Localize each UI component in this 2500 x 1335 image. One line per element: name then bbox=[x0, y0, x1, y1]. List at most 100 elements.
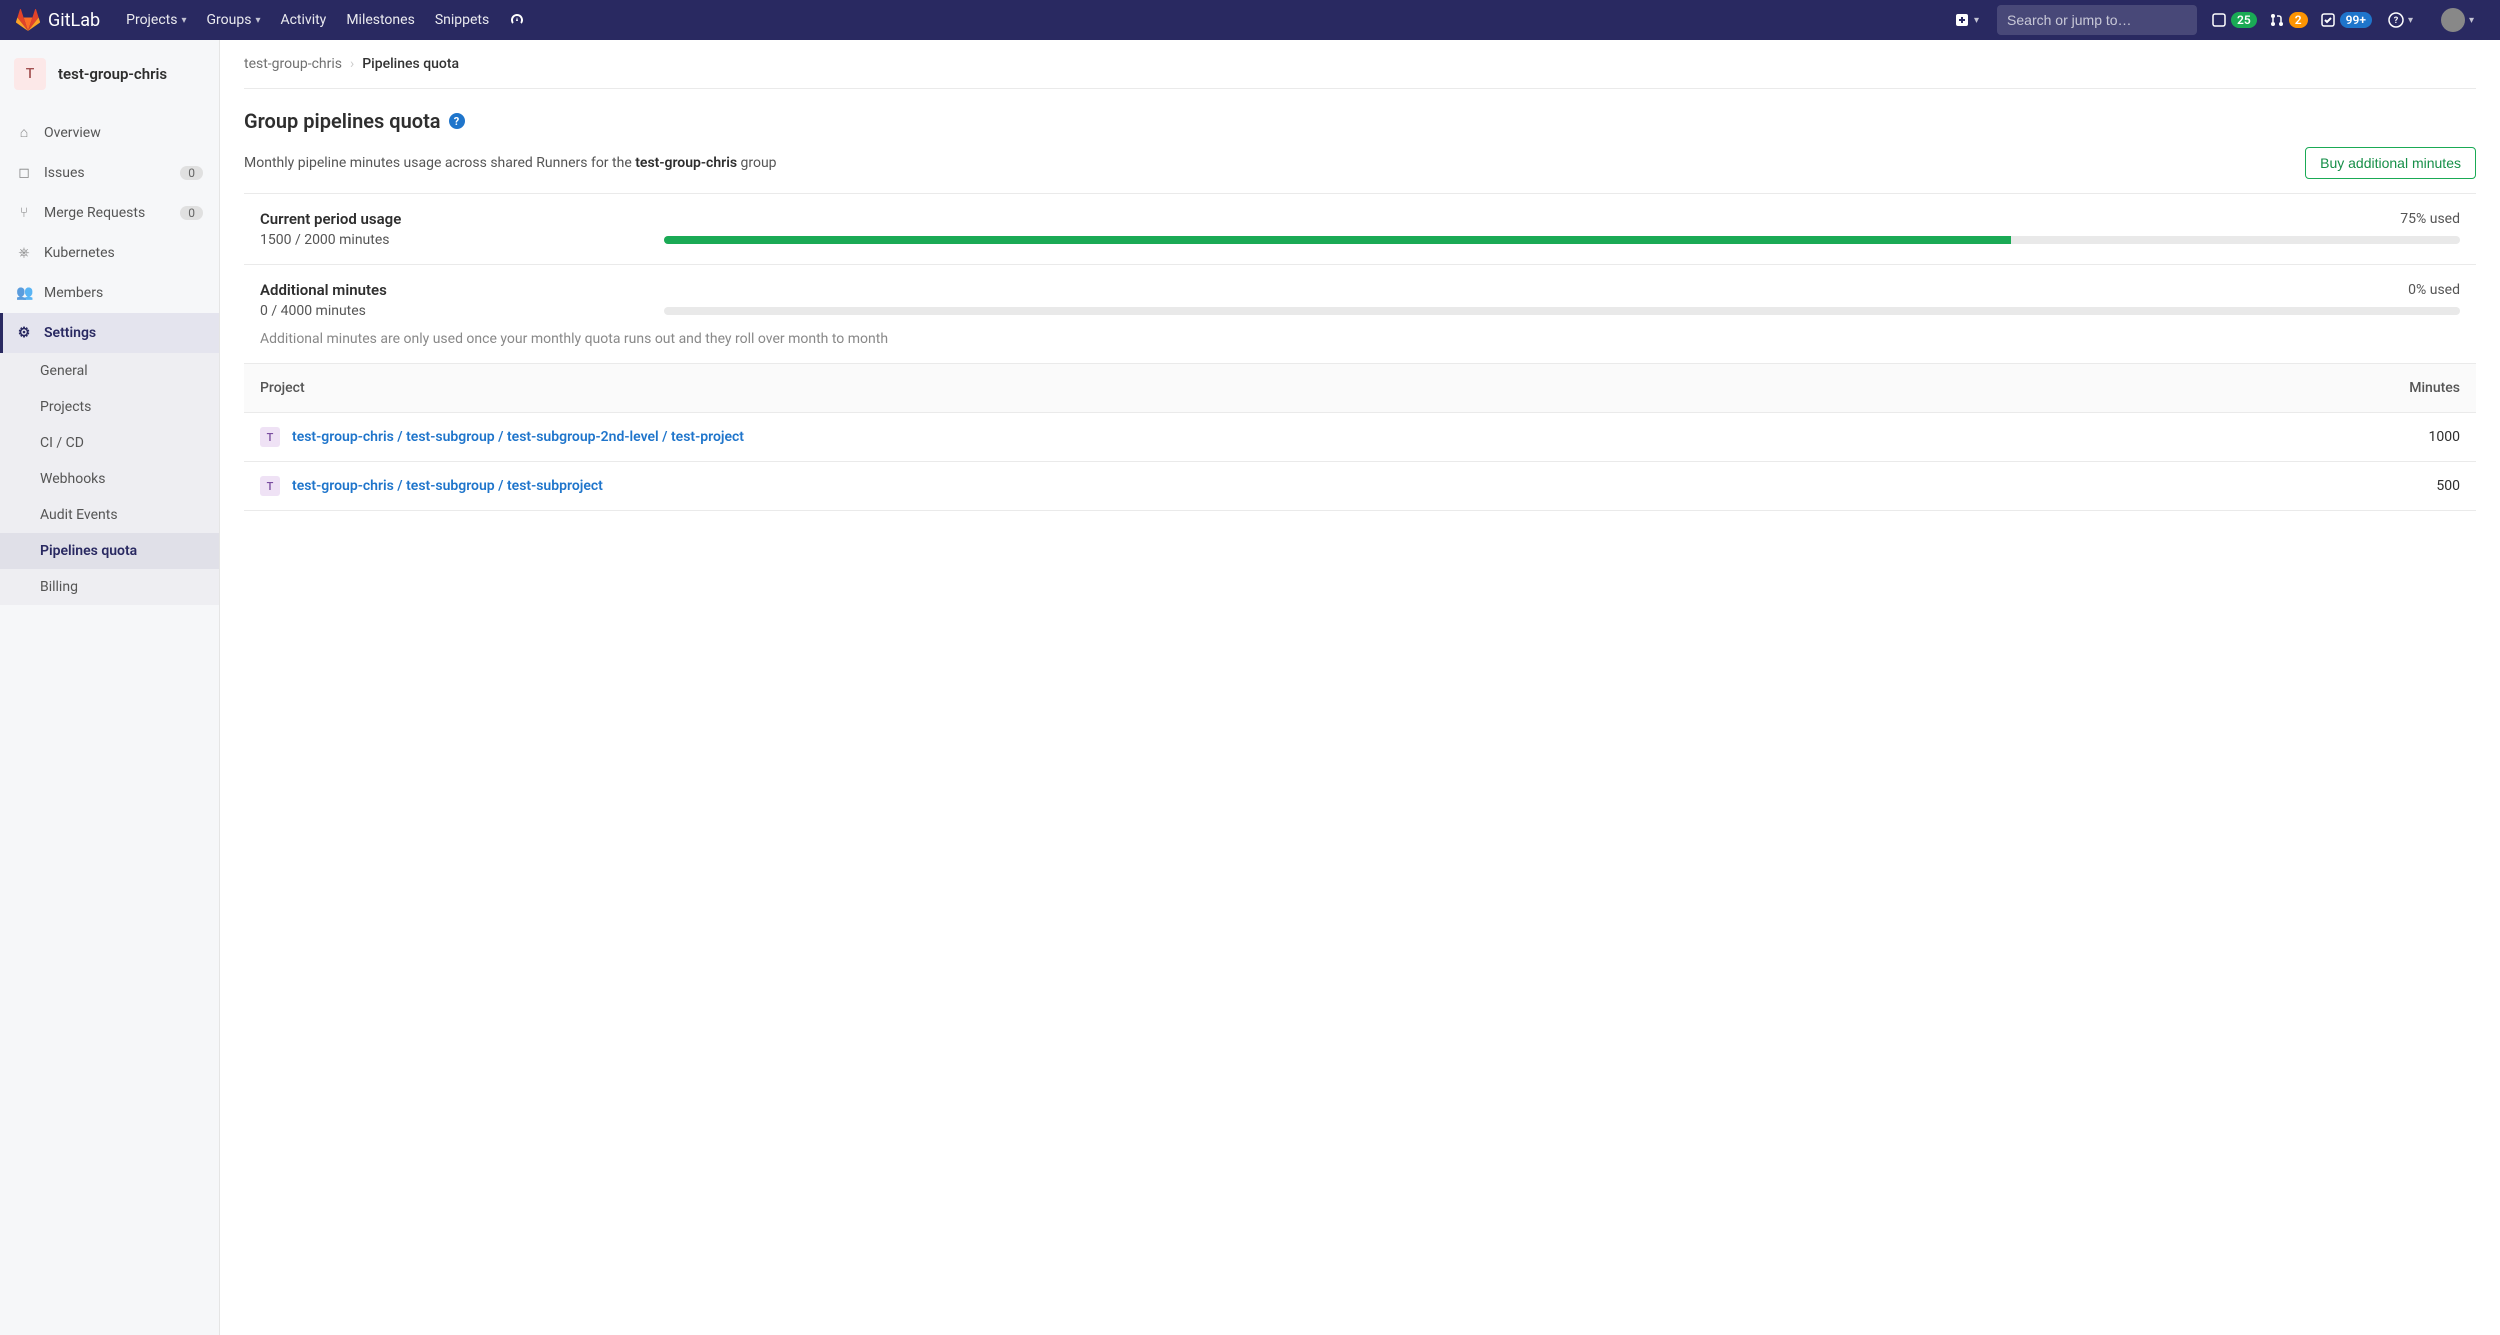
chevron-down-icon: ▾ bbox=[181, 15, 186, 26]
subnav-pipelines-quota[interactable]: Pipelines quota bbox=[0, 533, 219, 569]
group-name: test-group-chris bbox=[58, 65, 167, 83]
chevron-right-icon: › bbox=[350, 56, 354, 72]
nav-projects-label: Projects bbox=[126, 12, 177, 28]
main-content: test-group-chris › Pipelines quota Group… bbox=[220, 40, 2500, 1335]
additional-minutes-title: Additional minutes bbox=[260, 281, 387, 299]
issues-badge: 25 bbox=[2231, 12, 2257, 28]
issues-icon bbox=[2211, 12, 2227, 28]
page-title-text: Group pipelines quota bbox=[244, 109, 441, 133]
settings-subnav: General Projects CI / CD Webhooks Audit … bbox=[0, 353, 219, 605]
project-link[interactable]: test-group-chris / test-subgroup / test-… bbox=[292, 478, 603, 494]
sidebar-item-label: Overview bbox=[44, 125, 101, 141]
subtitle-prefix: Monthly pipeline minutes usage across sh… bbox=[244, 155, 635, 171]
issues-icon: ◻ bbox=[16, 165, 32, 181]
merge-request-icon: ⑂ bbox=[16, 205, 32, 221]
page-title: Group pipelines quota ? bbox=[244, 109, 2476, 133]
nav-snippets[interactable]: Snippets bbox=[425, 0, 499, 40]
sidebar-item-kubernetes[interactable]: ⎈ Kubernetes bbox=[0, 233, 219, 273]
subnav-general[interactable]: General bbox=[0, 353, 219, 389]
sidebar-item-label: Merge Requests bbox=[44, 205, 145, 221]
sidebar: T test-group-chris ⌂ Overview ◻ Issues 0 ⑂ M… bbox=[0, 40, 220, 1335]
nav-projects[interactable]: Projects ▾ bbox=[116, 0, 196, 40]
subtitle-suffix: group bbox=[737, 155, 777, 171]
chevron-down-icon: ▾ bbox=[2408, 15, 2413, 26]
breadcrumb-group[interactable]: test-group-chris bbox=[244, 56, 342, 72]
project-link[interactable]: test-group-chris / test-subgroup / test-… bbox=[292, 429, 744, 445]
chevron-down-icon: ▾ bbox=[255, 15, 260, 26]
chevron-down-icon: ▾ bbox=[1974, 15, 1979, 26]
members-icon: 👥 bbox=[16, 285, 32, 301]
gear-icon: ⚙ bbox=[16, 325, 32, 341]
merge-request-icon bbox=[2269, 12, 2285, 28]
additional-minutes-value: 0 / 4000 minutes bbox=[260, 303, 640, 319]
gitlab-icon bbox=[16, 8, 40, 32]
mrs-count: 0 bbox=[180, 206, 203, 220]
subnav-cicd[interactable]: CI / CD bbox=[0, 425, 219, 461]
additional-minutes-percent: 0% used bbox=[2408, 282, 2460, 298]
nav-user-menu[interactable]: ▾ bbox=[2423, 0, 2484, 40]
nav-groups[interactable]: Groups▾ bbox=[197, 0, 271, 40]
subnav-projects[interactable]: Projects bbox=[0, 389, 219, 425]
project-avatar: T bbox=[260, 476, 280, 496]
sidebar-item-label: Members bbox=[44, 285, 103, 301]
project-minutes: 500 bbox=[2167, 462, 2476, 511]
nav-help[interactable]: ? ▾ bbox=[2378, 0, 2423, 40]
sidebar-item-merge-requests[interactable]: ⑂ Merge Requests 0 bbox=[0, 193, 219, 233]
todos-badge: 99+ bbox=[2340, 12, 2372, 28]
nav-activity[interactable]: Activity bbox=[270, 0, 336, 40]
current-usage-block: Current period usage 75% used 1500 / 200… bbox=[244, 194, 2476, 265]
current-usage-minutes: 1500 / 2000 minutes bbox=[260, 232, 640, 248]
table-row: Ttest-group-chris / test-subgroup / test… bbox=[244, 462, 2476, 511]
subnav-audit-events[interactable]: Audit Events bbox=[0, 497, 219, 533]
nav-mrs-counter[interactable]: 2 bbox=[2269, 12, 2308, 28]
col-project: Project bbox=[244, 364, 2167, 413]
subtitle-group: test-group-chris bbox=[635, 155, 737, 171]
buy-minutes-button[interactable]: Buy additional minutes bbox=[2305, 147, 2476, 179]
subnav-billing[interactable]: Billing bbox=[0, 569, 219, 605]
project-minutes: 1000 bbox=[2167, 413, 2476, 462]
todo-icon bbox=[2320, 12, 2336, 28]
nav-todos-counter[interactable]: 99+ bbox=[2320, 12, 2372, 28]
additional-minutes-progress bbox=[664, 307, 2460, 315]
sidebar-item-label: Issues bbox=[44, 165, 85, 181]
current-usage-progress bbox=[664, 236, 2460, 244]
group-avatar: T bbox=[14, 58, 46, 90]
breadcrumb: test-group-chris › Pipelines quota bbox=[244, 56, 2476, 89]
col-minutes: Minutes bbox=[2167, 364, 2476, 413]
search-box[interactable] bbox=[1997, 5, 2197, 35]
help-icon[interactable]: ? bbox=[449, 113, 465, 129]
progress-fill bbox=[664, 236, 2011, 244]
current-usage-percent: 75% used bbox=[2400, 211, 2460, 227]
breadcrumb-current: Pipelines quota bbox=[362, 56, 459, 72]
sidebar-item-settings[interactable]: ⚙ Settings bbox=[0, 313, 219, 353]
sidebar-item-members[interactable]: 👥 Members bbox=[0, 273, 219, 313]
current-usage-title: Current period usage bbox=[260, 210, 401, 228]
nav-plus[interactable]: ▾ bbox=[1944, 0, 1989, 40]
sidebar-item-issues[interactable]: ◻Issues0 bbox=[0, 153, 219, 193]
gauge-icon bbox=[509, 12, 525, 28]
gitlab-logo[interactable]: GitLab bbox=[16, 8, 100, 32]
kubernetes-icon: ⎈ bbox=[16, 245, 32, 261]
sidebar-item-overview[interactable]: ⌂ Overview bbox=[0, 112, 219, 153]
brand-text: GitLab bbox=[48, 10, 100, 31]
help-icon: ? bbox=[2388, 12, 2404, 28]
chevron-down-icon: ▾ bbox=[2469, 15, 2474, 26]
page-subtitle: Monthly pipeline minutes usage across sh… bbox=[244, 155, 777, 171]
nav-performance[interactable] bbox=[499, 0, 535, 40]
home-icon: ⌂ bbox=[16, 124, 32, 141]
nav-issues-counter[interactable]: 25 bbox=[2211, 12, 2257, 28]
sidebar-context[interactable]: T test-group-chris bbox=[0, 48, 219, 100]
search-input[interactable] bbox=[2007, 12, 2188, 28]
sidebar-item-label: Settings bbox=[44, 325, 96, 341]
top-navbar: GitLab Projects▾ Groups▾ Activity Milest… bbox=[0, 0, 2500, 40]
nav-milestones[interactable]: Milestones bbox=[336, 0, 425, 40]
svg-text:?: ? bbox=[2394, 16, 2399, 26]
nav-groups-label: Groups bbox=[207, 12, 252, 28]
mrs-badge: 2 bbox=[2289, 12, 2308, 28]
subnav-webhooks[interactable]: Webhooks bbox=[0, 461, 219, 497]
user-avatar bbox=[2441, 8, 2465, 32]
sidebar-item-label: Kubernetes bbox=[44, 245, 115, 261]
project-avatar: T bbox=[260, 427, 280, 447]
additional-minutes-note: Additional minutes are only used once yo… bbox=[260, 331, 2460, 347]
projects-table: Project Minutes Ttest-group-chris / test… bbox=[244, 364, 2476, 511]
